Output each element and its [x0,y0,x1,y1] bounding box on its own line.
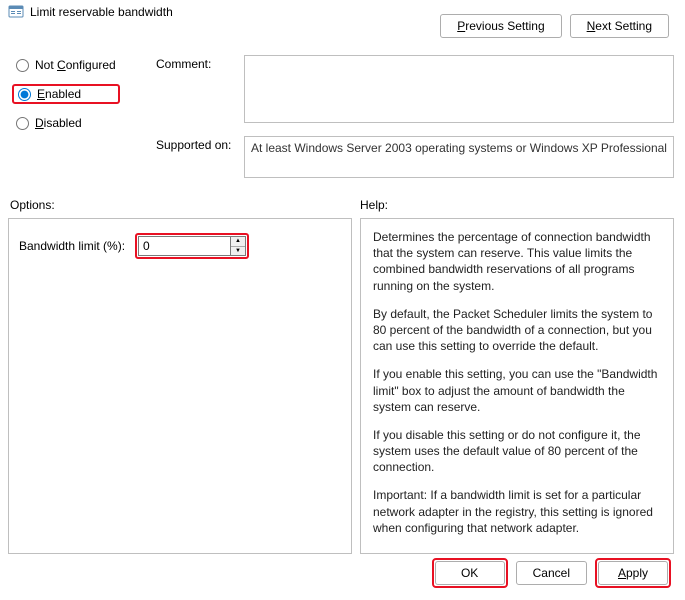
bandwidth-limit-label: Bandwidth limit (%): [19,239,125,253]
comment-textarea[interactable] [244,55,674,123]
bandwidth-limit-spinbox[interactable]: ▲ ▼ [135,233,249,259]
cancel-button[interactable]: Cancel [516,561,587,585]
help-paragraph: Important: If a bandwidth limit is set f… [373,487,661,536]
radio-not-configured[interactable]: Not Configured [12,56,120,74]
radio-not-configured-input[interactable] [16,59,29,72]
dialog-buttons: OK Cancel Apply [432,558,671,588]
help-paragraph: By default, the Packet Scheduler limits … [373,306,661,355]
comment-label: Comment: [156,57,211,71]
ok-button[interactable]: OK [435,561,505,585]
ok-button-highlight: OK [432,558,508,588]
help-paragraph: If you enable this setting, you can use … [373,366,661,415]
policy-icon [8,4,24,20]
window-title: Limit reservable bandwidth [30,5,173,19]
radio-enabled-input[interactable] [18,88,31,101]
cancel-button-wrap: Cancel [516,561,587,585]
state-radio-group: Not Configured Enabled Disabled [12,56,120,132]
help-paragraph: Determines the percentage of connection … [373,229,661,294]
spin-buttons: ▲ ▼ [230,236,246,256]
spin-down-button[interactable]: ▼ [231,247,245,256]
radio-disabled-label: Disabled [35,116,82,130]
help-section-label: Help: [360,198,388,212]
radio-enabled[interactable]: Enabled [12,84,120,104]
supported-on-label: Supported on: [156,138,231,152]
bandwidth-limit-input[interactable] [138,236,230,256]
apply-button-highlight: Apply [595,558,671,588]
spin-up-button[interactable]: ▲ [231,237,245,247]
radio-enabled-label: Enabled [37,87,81,101]
help-panel: Determines the percentage of connection … [360,218,674,554]
apply-button[interactable]: Apply [598,561,668,585]
supported-on-text: At least Windows Server 2003 operating s… [244,136,674,178]
next-setting-button[interactable]: Next Setting [570,14,669,38]
previous-setting-button[interactable]: Previous Setting [440,14,561,38]
bandwidth-limit-row: Bandwidth limit (%): ▲ ▼ [19,233,341,259]
radio-disabled[interactable]: Disabled [12,114,120,132]
options-section-label: Options: [10,198,55,212]
help-paragraph: If you disable this setting or do not co… [373,427,661,476]
radio-disabled-input[interactable] [16,117,29,130]
nav-buttons: Previous Setting Next Setting [440,14,669,38]
options-panel: Bandwidth limit (%): ▲ ▼ [8,218,352,554]
radio-not-configured-label: Not Configured [35,58,116,72]
